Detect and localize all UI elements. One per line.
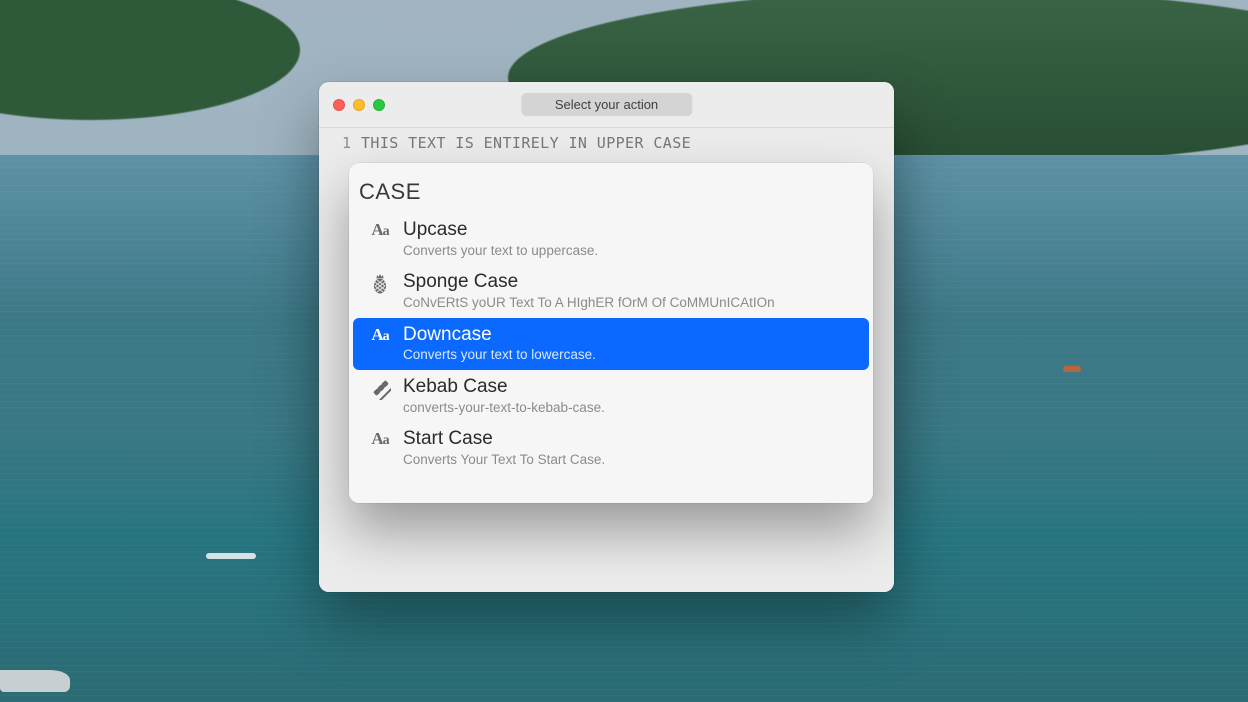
editor-text[interactable]: THIS TEXT IS ENTIRELY IN UPPER CASE xyxy=(361,134,691,152)
option-row[interactable] xyxy=(353,474,869,490)
option-description: Converts your text to lowercase. xyxy=(403,346,857,364)
option-row[interactable]: Kebab Caseconverts-your-text-to-kebab-ca… xyxy=(353,370,869,422)
option-icon: Aa xyxy=(365,221,395,239)
action-search-input[interactable]: Select your action xyxy=(521,93,692,116)
option-icon: Aa xyxy=(365,430,395,448)
option-body: Kebab Caseconverts-your-text-to-kebab-ca… xyxy=(403,375,857,416)
option-body: DowncaseConverts your text to lowercase. xyxy=(403,323,857,364)
option-title: Upcase xyxy=(403,218,857,242)
editor-line: 1 THIS TEXT IS ENTIRELY IN UPPER CASE xyxy=(319,134,894,152)
option-row[interactable]: Aa DowncaseConverts your text to lowercas… xyxy=(353,318,869,370)
aa-icon: Aa xyxy=(371,326,388,344)
option-list: Aa UpcaseConverts your text to uppercase.… xyxy=(349,213,873,503)
action-dropdown: CASE Aa UpcaseConverts your text to upper… xyxy=(349,163,873,503)
option-icon xyxy=(365,273,395,295)
option-icon xyxy=(365,378,395,400)
option-title: Kebab Case xyxy=(403,375,857,399)
option-body: UpcaseConverts your text to uppercase. xyxy=(403,218,857,259)
minimize-button[interactable] xyxy=(353,99,365,111)
line-number: 1 xyxy=(329,134,351,152)
option-title: Downcase xyxy=(403,323,857,347)
option-description: Converts your text to uppercase. xyxy=(403,242,857,260)
aa-icon: Aa xyxy=(371,430,388,448)
pineapple-icon xyxy=(370,273,390,295)
maximize-button[interactable] xyxy=(373,99,385,111)
option-icon: Aa xyxy=(365,326,395,344)
option-row[interactable]: Sponge CaseCoNvERtS yoUR Text To A HIghE… xyxy=(353,265,869,317)
option-title: Start Case xyxy=(403,427,857,451)
option-body: Start CaseConverts Your Text To Start Ca… xyxy=(403,427,857,468)
window-controls xyxy=(333,99,385,111)
option-body: Sponge CaseCoNvERtS yoUR Text To A HIghE… xyxy=(403,270,857,311)
dropdown-section-header: CASE xyxy=(349,163,873,213)
titlebar[interactable]: Select your action xyxy=(319,82,894,128)
aa-icon: Aa xyxy=(371,221,388,239)
option-title: Sponge Case xyxy=(403,270,857,294)
option-row[interactable]: Aa Start CaseConverts Your Text To Start … xyxy=(353,422,869,474)
close-button[interactable] xyxy=(333,99,345,111)
option-description: converts-your-text-to-kebab-case. xyxy=(403,399,857,417)
option-description: CoNvERtS yoUR Text To A HIghER fOrM Of C… xyxy=(403,294,857,312)
option-description: Converts Your Text To Start Case. xyxy=(403,451,857,469)
option-row[interactable]: Aa UpcaseConverts your text to uppercase. xyxy=(353,213,869,265)
kebab-icon xyxy=(369,378,391,400)
